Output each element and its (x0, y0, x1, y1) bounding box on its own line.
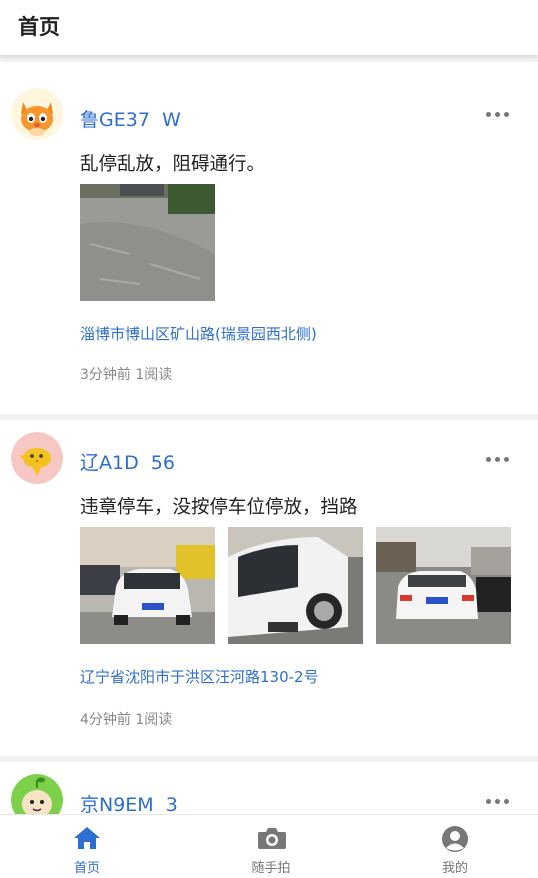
post-photo[interactable] (228, 527, 363, 644)
post-card[interactable]: 辽A1D 56 违章停车，没按停车位停放，挡路 辽宁省沈阳市于洪区汪河路130-… (0, 420, 538, 756)
profile-icon (442, 826, 468, 852)
tab-label: 随手拍 (251, 861, 291, 876)
green-sprout-avatar[interactable] (11, 774, 63, 814)
cat-avatar[interactable] (11, 88, 63, 140)
post-photo[interactable] (80, 184, 215, 301)
license-plate[interactable]: 辽A1D 56 (80, 448, 175, 475)
app-screen: 首页 鲁GE37 W 乱停乱放，阻碍通行。 淄博市博山区矿山路(瑞景园西北侧) … (0, 0, 538, 878)
more-options-icon[interactable] (486, 457, 510, 463)
post-card[interactable]: 京N9EM 3 (0, 762, 538, 814)
post-description: 乱停乱放，阻碍通行。 (80, 154, 266, 175)
yellow-bird-avatar[interactable] (11, 432, 63, 484)
tab-profile[interactable]: 我的 (395, 815, 515, 878)
tab-snap[interactable]: 随手拍 (211, 815, 331, 878)
post-card[interactable]: 鲁GE37 W 乱停乱放，阻碍通行。 淄博市博山区矿山路(瑞景园西北侧) 3分钟… (0, 62, 538, 414)
post-meta: 4分钟前 1阅读 (80, 712, 173, 728)
post-location[interactable]: 淄博市博山区矿山路(瑞景园西北侧) (80, 323, 317, 344)
tab-home[interactable]: 首页 (27, 815, 147, 878)
post-feed[interactable]: 鲁GE37 W 乱停乱放，阻碍通行。 淄博市博山区矿山路(瑞景园西北侧) 3分钟… (0, 62, 538, 814)
bottom-tab-bar: 首页 随手拍 我的 (0, 814, 538, 878)
post-description: 违章停车，没按停车位停放，挡路 (80, 497, 358, 518)
post-photo[interactable] (376, 527, 511, 644)
tab-label: 首页 (73, 861, 100, 876)
home-icon (74, 827, 100, 849)
post-location[interactable]: 辽宁省沈阳市于洪区汪河路130-2号 (80, 666, 319, 687)
license-plate[interactable]: 京N9EM 3 (80, 790, 178, 814)
camera-icon (258, 828, 286, 849)
tab-label: 我的 (441, 861, 468, 876)
post-photo[interactable] (80, 527, 215, 644)
license-plate[interactable]: 鲁GE37 W (80, 105, 181, 132)
post-meta: 3分钟前 1阅读 (80, 367, 173, 383)
more-options-icon[interactable] (486, 799, 510, 805)
more-options-icon[interactable] (486, 112, 510, 118)
page-title: 首页 (18, 15, 60, 39)
top-bar: 首页 (0, 0, 538, 55)
